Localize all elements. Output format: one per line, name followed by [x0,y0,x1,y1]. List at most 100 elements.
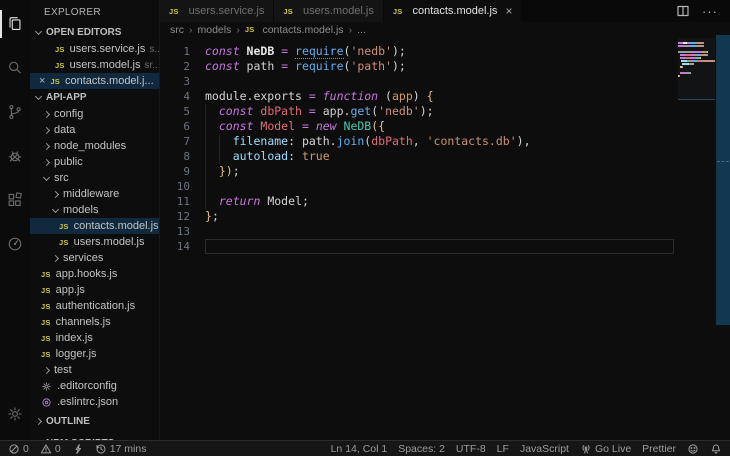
line-content[interactable] [205,239,674,254]
tree-folder[interactable]: src [30,170,159,186]
status-go-live[interactable]: Go Live [580,443,631,455]
code-editor[interactable]: 1const NeDB = require('nedb');2const pat… [160,37,730,440]
line-content[interactable]: const dbPath = app.get('nedb'); [205,104,674,119]
activity-item-extensions[interactable] [0,178,30,222]
line-content[interactable]: return Model; [205,194,674,209]
code-line[interactable]: 13 [160,224,730,239]
code-token: ; [212,209,219,223]
line-content[interactable]: }; [205,209,674,224]
line-content[interactable]: filename: path.join(dbPath, 'contacts.db… [205,134,674,149]
tree-folder[interactable]: config [30,106,159,122]
status-lf[interactable]: LF [497,443,509,455]
tree-file[interactable]: JSapp.js [30,282,159,298]
code-line[interactable]: 9 }); [160,164,730,179]
code-line[interactable]: 2const path = require('path'); [160,59,730,74]
tree-folder[interactable]: middleware [30,186,159,202]
open-editor-item[interactable]: ×JScontacts.model.j... [30,73,159,89]
tree-folder[interactable]: data [30,122,159,138]
code-line[interactable]: 5 const dbPath = app.get('nedb'); [160,104,730,119]
breadcrumb-item[interactable]: models [198,24,232,36]
tree-file[interactable]: .editorconfig [30,378,159,394]
line-content[interactable] [205,179,674,194]
code-line[interactable]: 3 [160,74,730,89]
activity-item-debug[interactable] [0,134,30,178]
activity-item-explorer[interactable] [0,2,30,46]
activity-item-settings[interactable] [0,392,30,436]
split-editor-icon[interactable] [676,4,690,18]
js-file-icon: JS [245,25,255,34]
tree-file[interactable]: JSindex.js [30,330,159,346]
status-0[interactable]: 0 [8,443,29,455]
code-line[interactable]: 14 [160,239,730,254]
close-icon[interactable]: × [39,75,45,87]
open-editors-header[interactable]: OPEN EDITORS [30,24,159,41]
tree-file[interactable]: JSchannels.js [30,314,159,330]
minimap-line [678,42,715,44]
status-prettier[interactable]: Prettier [642,443,676,455]
minimap-line [678,54,715,56]
status-0[interactable]: 0 [40,443,61,455]
code-line[interactable]: 12}; [160,209,730,224]
status-lightning[interactable] [72,443,84,455]
status-javascript[interactable]: JavaScript [520,443,569,455]
broadcast-icon [580,443,592,455]
tab-contacts.model.js[interactable]: JScontacts.model.js× [384,0,523,22]
tree-file[interactable]: .eslintrc.json [30,394,159,410]
tree-file[interactable]: JSusers.model.js [30,234,159,250]
code-line[interactable]: 6 const Model = new NeDB({ [160,119,730,134]
status-ln-14-col-1[interactable]: Ln 14, Col 1 [331,443,388,455]
indent-guide [205,179,206,194]
minimap[interactable] [678,42,715,84]
line-content[interactable]: const NeDB = require('nedb'); [205,44,674,59]
tree-file[interactable]: JSauthentication.js [30,298,159,314]
line-content[interactable]: module.exports = function (app) { [205,89,674,104]
code-line[interactable]: 10 [160,179,730,194]
tree-folder[interactable]: models [30,202,159,218]
tab-users.service.js[interactable]: JSusers.service.js [160,0,274,22]
tree-folder[interactable]: public [30,154,159,170]
tree-file[interactable]: JScontacts.model.js [30,218,159,234]
project-header[interactable]: API-APP [30,89,159,106]
tree-file[interactable]: JSapp.hooks.js [30,266,159,282]
js-file-icon: JS [41,318,51,327]
activity-item-search[interactable] [0,46,30,90]
code-token: const [205,59,247,73]
code-line[interactable]: 1const NeDB = require('nedb'); [160,44,730,59]
line-content[interactable] [205,224,674,239]
code-token: const [219,119,261,133]
tree-folder[interactable]: services [30,250,159,266]
status-bell[interactable] [710,443,722,455]
code-token: app. [323,104,351,118]
open-editor-item[interactable]: JSusers.service.jss... [30,41,159,57]
status-17-mins[interactable]: 17 mins [95,443,147,455]
breadcrumb-item[interactable]: src [170,24,184,36]
status-smiley[interactable] [687,443,699,455]
line-content[interactable]: const Model = new NeDB({ [205,119,674,134]
close-icon[interactable]: × [505,4,512,18]
code-line[interactable]: 7 filename: path.join(dbPath, 'contacts.… [160,134,730,149]
activity-item-source-control[interactable] [0,90,30,134]
code-token: ); [420,104,434,118]
tree-folder[interactable]: node_modules [30,138,159,154]
activity-item-gauge-extension[interactable] [0,222,30,266]
tab-users.model.js[interactable]: JSusers.model.js [274,0,384,22]
vertical-scrollbar[interactable] [716,35,730,325]
status-spaces-2[interactable]: Spaces: 2 [398,443,445,455]
open-editor-item[interactable]: JSusers.model.jssr... [30,57,159,73]
breadcrumb-item[interactable]: ... [357,24,366,36]
line-content[interactable]: const path = require('path'); [205,59,674,74]
status-utf-8[interactable]: UTF-8 [456,443,486,455]
line-content[interactable] [205,74,674,89]
code-line[interactable]: 8 autoload: true [160,149,730,164]
line-number: 12 [160,209,190,224]
tree-file[interactable]: JSlogger.js [30,346,159,362]
tree-folder[interactable]: test [30,362,159,378]
line-content[interactable]: autoload: true [205,149,674,164]
line-content[interactable]: }); [205,164,674,179]
sidebar-section-outline[interactable]: OUTLINE [30,410,159,432]
sidebar-section-npm-scripts[interactable]: NPM SCRIPTS [30,432,159,440]
more-actions-icon[interactable]: ··· [702,5,718,18]
code-line[interactable]: 4module.exports = function (app) { [160,89,730,104]
breadcrumb-item[interactable]: JScontacts.model.js [245,24,344,36]
code-line[interactable]: 11 return Model; [160,194,730,209]
